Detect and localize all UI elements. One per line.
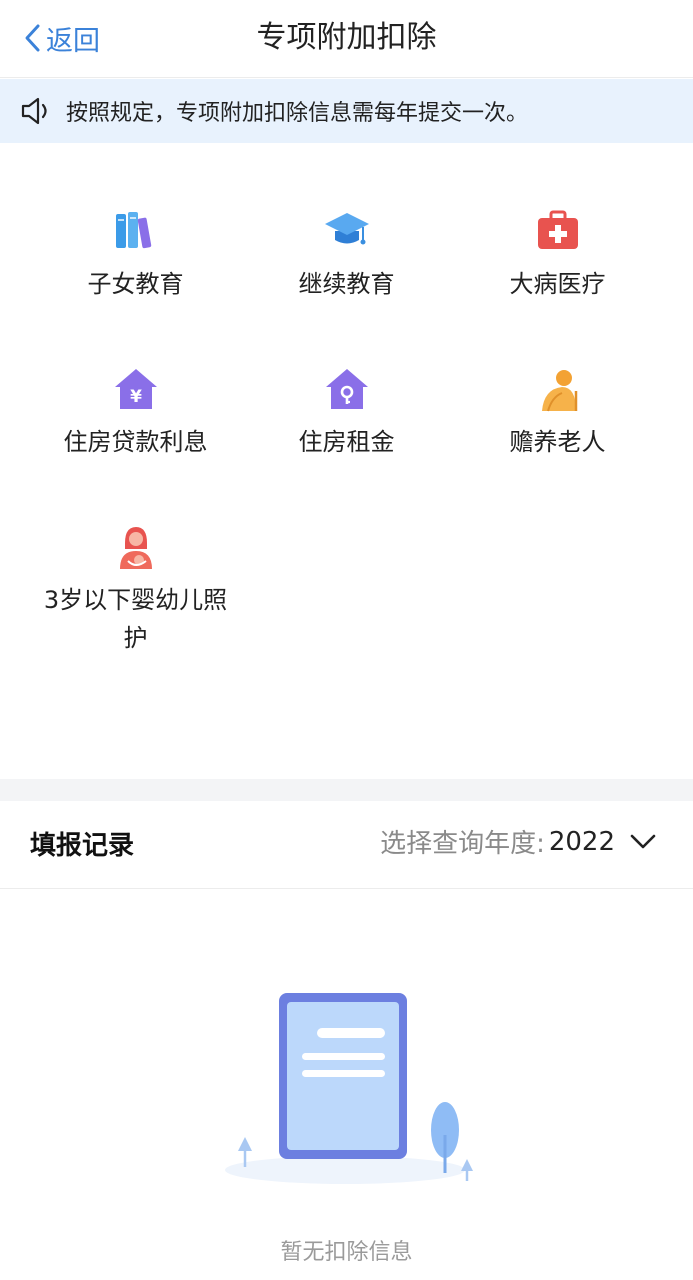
category-housing-rent[interactable]: 住房租金 [231,365,462,461]
notice-banner: 按照规定，专项附加扣除信息需每年提交一次。 [0,79,693,143]
page-title: 专项附加扣除 [256,20,437,55]
svg-text:¥: ¥ [130,387,142,407]
books-icon [115,212,151,249]
category-label: 住房贷款利息 [63,428,208,456]
elderly-person-icon [541,370,577,412]
graduation-cap-icon [324,213,369,245]
category-label: 子女教育 [87,270,184,298]
year-select-prompt: 选择查询年度: [380,829,545,859]
medical-kit-icon [537,210,578,249]
house-key-icon [325,369,368,409]
category-label: 住房租金 [298,428,395,456]
category-children-education[interactable]: 子女教育 [20,207,251,303]
year-select-value: 2022 [548,826,615,857]
year-select-dropdown[interactable]: 选择查询年度: 2022 [380,823,657,860]
category-label: 继续教育 [298,270,395,298]
mother-baby-icon [119,527,152,569]
category-label: 3岁以下婴幼儿照护 [43,586,228,652]
records-title: 填报记录 [30,831,135,861]
speaker-icon [21,97,47,125]
category-label: 大病医疗 [509,270,606,298]
empty-state-text: 暂无扣除信息 [280,1240,413,1265]
category-infant-care[interactable]: 3岁以下婴幼儿照护 [20,523,251,657]
section-divider [0,779,693,801]
deduction-category-grid: 子女教育 继续教育 大病医疗 ¥ 住房贷款利息 住房租金 赡养老人 3岁以下婴幼… [0,143,693,779]
category-housing-loan-interest[interactable]: ¥ 住房贷款利息 [20,365,251,461]
chevron-down-icon [630,834,656,848]
category-serious-illness-medical[interactable]: 大病医疗 [442,207,673,303]
house-yuan-icon: ¥ [114,369,157,409]
records-header: 填报记录 选择查询年度: 2022 [0,801,693,889]
notice-text: 按照规定，专项附加扣除信息需每年提交一次。 [66,101,529,126]
category-label: 赡养老人 [509,428,606,456]
category-continuing-education[interactable]: 继续教育 [231,207,462,303]
category-elderly-support[interactable]: 赡养老人 [442,365,673,461]
top-nav-bar: 返回 专项附加扣除 [0,0,693,78]
empty-document-illustration [225,993,473,1184]
